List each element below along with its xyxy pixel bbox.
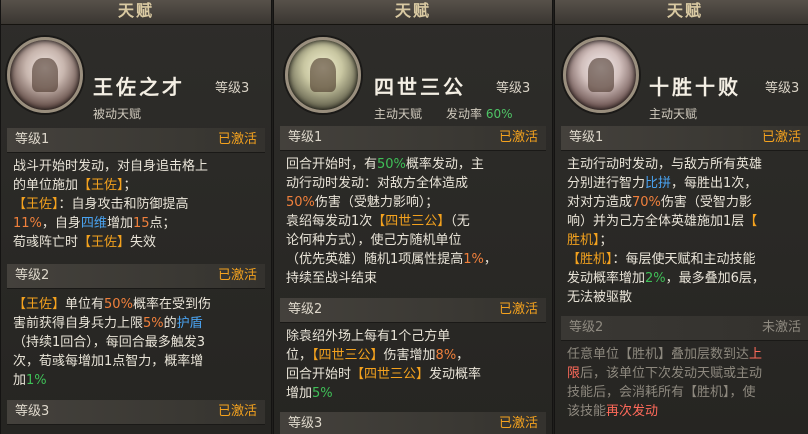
desc-line: 位，【四世三公】伤害增加8%， <box>286 348 470 363</box>
desc-line: 主动行动时发动，与敌方所有英雄 <box>567 157 763 172</box>
status-badge: 已激活 <box>761 130 801 145</box>
desc-line: 加1% <box>13 373 47 388</box>
desc-line: 该技能再次发动 <box>567 404 659 419</box>
desc-line: 11%，自身四维增加15点； <box>13 216 176 231</box>
level-1-description: 回合开始时，有50%概率发动，主 动行动时发动：对敌方全体造成 50%伤害（受魅… <box>286 155 544 288</box>
status-badge: 已激活 <box>498 130 538 145</box>
level-label: 等级1 <box>288 130 323 145</box>
level-section-1-header[interactable]: 等级1 已激活 <box>280 126 546 151</box>
talent-name: 王佐之才 <box>93 75 185 99</box>
talent-comparison-view: 天赋 王佐之才 等级3 被动天赋 等级1 已激活 战斗开始时发动，对自身追击格上… <box>0 0 808 434</box>
panel-title: 天赋 <box>1 0 271 25</box>
desc-line: （优先英雄）随机1项属性提高1%， <box>286 252 497 267</box>
desc-line: 回合开始时【四世三公】发动概率 <box>286 367 482 382</box>
desc-line: 次，荀彧每增加1点智力，概率增 <box>13 354 204 369</box>
keyword-link[interactable]: 护盾 <box>177 316 203 331</box>
desc-line: 无法被驱散 <box>567 290 633 305</box>
keyword-link[interactable]: 比拼 <box>645 176 671 191</box>
level-1-description: 主动行动时发动，与敌方所有英雄 分别进行智力比拼，每胜出1次， 对对方造成70%… <box>567 155 808 307</box>
desc-line: 害前获得自身兵力上限5%的护盾 <box>13 316 203 331</box>
status-badge: 已激活 <box>217 404 257 419</box>
desc-line: 回合开始时，有50%概率发动，主 <box>286 157 484 172</box>
desc-line: 【王佐】：自身攻击和防御提高 <box>13 197 189 212</box>
level-2-description: 除袁绍外场上每有1个己方单 位，【四世三公】伤害增加8%， 回合开始时【四世三公… <box>286 327 544 403</box>
level-section-2-header[interactable]: 等级2 已激活 <box>280 298 546 323</box>
talent-panel-sishisangong: 天赋 四世三公 等级3 主动天赋 发动率 60% 等级1 已激活 回合开始时，有… <box>273 0 553 434</box>
talent-level: 等级3 <box>215 81 250 96</box>
talent-header: 王佐之才 等级3 被动天赋 <box>1 25 271 121</box>
talent-portrait-icon[interactable] <box>7 37 83 113</box>
status-badge: 已激活 <box>498 302 538 317</box>
level-2-description: 任意单位【胜机】叠加层数到达上 限后，该单位下次发动天赋或主动 技能后，会消耗所… <box>567 345 808 421</box>
status-badge: 未激活 <box>761 320 801 335</box>
level-label: 等级1 <box>569 130 604 145</box>
desc-line: 袁绍每发动1次【四世三公】（无 <box>286 214 470 229</box>
desc-line: 增加5% <box>286 386 333 401</box>
level-label: 等级3 <box>15 404 50 419</box>
desc-line: 分别进行智力比拼，每胜出1次， <box>567 176 758 191</box>
level-section-3-header[interactable]: 等级3 已激活 <box>7 400 265 425</box>
desc-line: 限后，该单位下次发动天赋或主动 <box>567 366 763 381</box>
level-section-1-header[interactable]: 等级1 已激活 <box>561 126 808 151</box>
desc-line: 荀彧阵亡时【王佐】失效 <box>13 235 157 250</box>
desc-line: 任意单位【胜机】叠加层数到达上 <box>567 347 763 362</box>
talent-panel-shishengshibai: 天赋 十胜十败 等级3 主动天赋 等级1 已激活 主动行动时发动，与敌方所有英雄… <box>554 0 808 434</box>
desc-line: 发动概率增加2%，最多叠加6层， <box>567 271 765 286</box>
status-badge: 已激活 <box>217 132 257 147</box>
talent-portrait-icon[interactable] <box>563 37 639 113</box>
level-1-description: 战斗开始时发动，对自身追击格上 的单位施加【王佐】； 【王佐】：自身攻击和防御提… <box>13 157 263 252</box>
status-badge: 已激活 <box>498 416 538 431</box>
talent-name: 十胜十败 <box>649 75 741 99</box>
desc-line: 【王佐】单位有50%概率在受到伤 <box>13 297 211 312</box>
desc-line: 【胜机】：每层使天赋和主动技能 <box>567 252 756 267</box>
talent-header: 四世三公 等级3 主动天赋 发动率 60% <box>274 25 552 121</box>
panel-title: 天赋 <box>274 0 552 25</box>
desc-line: 的单位施加【王佐】； <box>13 178 137 193</box>
talent-name: 四世三公 <box>374 75 466 99</box>
level-label: 等级2 <box>569 320 604 335</box>
desc-line: 对对方造成70%伤害（受智力影 <box>567 195 752 210</box>
talent-panel-wangzuozhicai: 天赋 王佐之才 等级3 被动天赋 等级1 已激活 战斗开始时发动，对自身追击格上… <box>0 0 272 434</box>
level-2-description: 【王佐】单位有50%概率在受到伤 害前获得自身兵力上限5%的护盾 （持续1回合）… <box>13 295 263 390</box>
desc-line: 动行动时发动：对敌方全体造成 <box>286 176 469 191</box>
talent-type: 被动天赋 <box>93 107 142 121</box>
talent-header: 十胜十败 等级3 主动天赋 <box>555 25 808 121</box>
talent-type: 主动天赋 <box>374 107 423 121</box>
desc-line: 战斗开始时发动，对自身追击格上 <box>13 159 209 174</box>
level-label: 等级1 <box>15 132 50 147</box>
desc-line: 50%伤害（受魅力影响）； <box>286 195 439 210</box>
level-section-1-header[interactable]: 等级1 已激活 <box>7 128 265 153</box>
talent-portrait-icon[interactable] <box>285 37 361 113</box>
desc-line: 响）并为己方全体英雄施加1层【 <box>567 214 758 229</box>
level-label: 等级2 <box>288 302 323 317</box>
status-badge: 已激活 <box>217 268 257 283</box>
level-section-2-header[interactable]: 等级2 未激活 <box>561 316 808 341</box>
level-section-3-header[interactable]: 等级3 已激活 <box>280 412 546 434</box>
keyword-link[interactable]: 四维 <box>81 216 107 231</box>
level-label: 等级3 <box>288 416 323 431</box>
level-label: 等级2 <box>15 268 50 283</box>
talent-level: 等级3 <box>765 81 800 96</box>
desc-line: 胜机】； <box>567 233 613 248</box>
talent-type: 主动天赋 <box>649 107 698 121</box>
desc-line: 除袁绍外场上每有1个己方单 <box>286 329 451 344</box>
desc-line: 论何种方式），使己方随机单位 <box>286 233 462 248</box>
desc-line: 持续至战斗结束 <box>286 271 378 286</box>
level-section-2-header[interactable]: 等级2 已激活 <box>7 264 265 289</box>
panel-title: 天赋 <box>555 0 808 25</box>
talent-level: 等级3 <box>496 81 531 96</box>
desc-line: （持续1回合），每回合最多触发3 <box>13 335 206 350</box>
trigger-rate: 发动率 60% <box>446 107 513 121</box>
desc-line: 技能后，会消耗所有【胜机】，使 <box>567 385 756 400</box>
